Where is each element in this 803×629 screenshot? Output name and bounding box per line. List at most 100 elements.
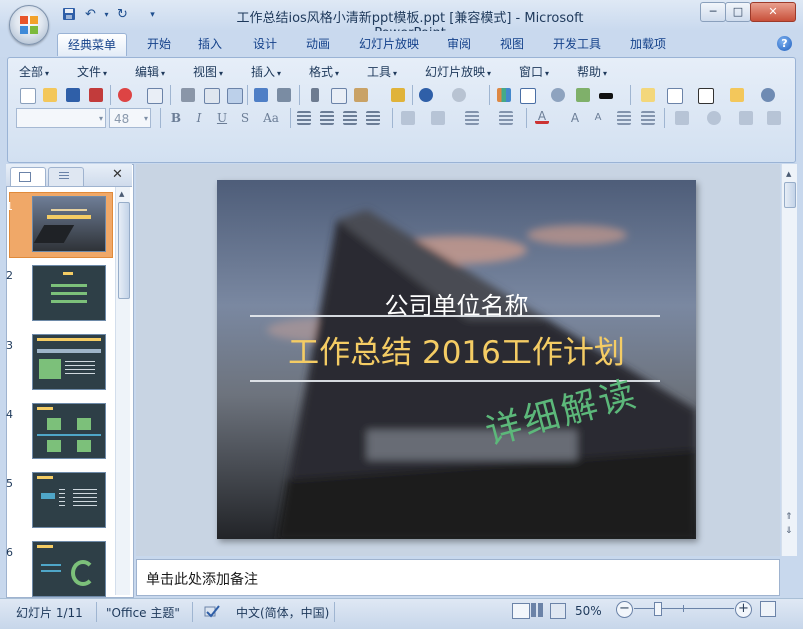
open-folder-icon[interactable] — [727, 85, 747, 105]
print-icon[interactable] — [178, 85, 198, 105]
research-icon[interactable] — [274, 85, 294, 105]
text-box-icon[interactable] — [695, 85, 715, 105]
decrease-indent-icon[interactable] — [614, 108, 634, 128]
menu-tools[interactable]: 工具 ▾ — [367, 63, 397, 81]
insert-chart-icon[interactable] — [494, 85, 514, 105]
zoom-level[interactable]: 50% — [575, 604, 602, 618]
save-icon[interactable] — [63, 85, 83, 105]
menu-insert[interactable]: 插入 ▾ — [251, 63, 281, 81]
color-fill-icon[interactable] — [596, 85, 616, 105]
tab-design[interactable]: 设计 — [251, 33, 279, 55]
customize-quick-access-icon[interactable]: ▾ — [144, 7, 161, 23]
menu-format[interactable]: 格式 ▾ — [309, 63, 339, 81]
tab-classic-menu[interactable]: 经典菜单 — [57, 33, 128, 56]
minimize-button[interactable]: ─ — [700, 2, 726, 22]
close-window-button[interactable]: ✕ — [750, 2, 796, 22]
zoom-slider-track[interactable] — [634, 608, 734, 609]
tab-addins[interactable]: 加载项 — [628, 33, 668, 55]
justify-icon[interactable] — [363, 108, 383, 128]
tab-insert[interactable]: 插入 — [196, 33, 224, 55]
insert-picture-icon[interactable] — [573, 85, 593, 105]
prev-slide-icon[interactable]: ⇑ — [785, 512, 793, 522]
menu-slideshow[interactable]: 幻灯片放映 ▾ — [425, 63, 491, 81]
clipart-icon[interactable] — [548, 85, 568, 105]
quick-styles-icon[interactable] — [736, 108, 756, 128]
shadow-button[interactable]: S — [235, 109, 255, 127]
menu-help[interactable]: 帮助 ▾ — [577, 63, 607, 81]
slide-canvas[interactable]: 公司单位名称 工作总结 2016工作计划 详细解读 — [217, 180, 696, 539]
slide-thumbnail-2[interactable] — [32, 265, 106, 321]
permission-icon[interactable] — [115, 85, 135, 105]
tab-review[interactable]: 审阅 — [445, 33, 473, 55]
zoom-in-button[interactable]: + — [735, 601, 752, 618]
undo-icon[interactable]: ↶ — [82, 7, 99, 23]
new-slide-icon[interactable] — [638, 85, 658, 105]
slide-thumbnail-3[interactable] — [32, 334, 106, 390]
tab-view[interactable]: 视图 — [498, 33, 526, 55]
next-slide-icon[interactable]: ⇓ — [785, 526, 793, 536]
spelling-icon[interactable] — [251, 85, 271, 105]
tab-slideshow[interactable]: 幻灯片放映 — [357, 33, 421, 55]
find-icon[interactable] — [758, 85, 778, 105]
redo-icon[interactable]: ↻ — [114, 7, 131, 23]
close-panel-icon[interactable]: ✕ — [112, 167, 123, 182]
align-center-icon[interactable] — [317, 108, 337, 128]
maximize-button[interactable]: □ — [725, 2, 751, 22]
slide-thumbnail-1[interactable] — [32, 196, 106, 252]
notes-placeholder[interactable]: 单击此处添加备注 — [146, 569, 258, 589]
bold-button[interactable]: B — [166, 109, 186, 127]
slideshow-view-icon[interactable] — [550, 603, 566, 619]
zoom-out-button[interactable]: − — [616, 601, 633, 618]
italic-button[interactable]: I — [189, 109, 209, 127]
arrange-icon[interactable] — [672, 108, 692, 128]
help-icon[interactable]: ? — [777, 36, 792, 51]
spell-check-icon[interactable] — [203, 603, 221, 619]
tab-home[interactable]: 开始 — [145, 33, 173, 55]
slide-scrollbar[interactable]: ▲ ⇑ ⇓ — [781, 164, 797, 556]
increase-indent-icon[interactable] — [638, 108, 658, 128]
shape-fill-icon[interactable] — [764, 108, 784, 128]
align-right-icon[interactable] — [340, 108, 360, 128]
menu-file[interactable]: 文件 ▾ — [77, 63, 107, 81]
menu-view[interactable]: 视图 ▾ — [193, 63, 223, 81]
align-left-icon[interactable] — [294, 108, 314, 128]
zoom-slider-thumb[interactable] — [653, 602, 662, 616]
thumbnail-scroll-thumb[interactable] — [118, 202, 130, 299]
menu-window[interactable]: 窗口 ▾ — [519, 63, 549, 81]
redo-icon[interactable] — [449, 85, 469, 105]
menu-all[interactable]: 全部 ▾ — [19, 63, 49, 81]
undo-dropdown-icon[interactable]: ▾ — [98, 7, 115, 23]
copy-icon[interactable] — [328, 85, 348, 105]
slide-sorter-icon[interactable] — [531, 603, 545, 617]
normal-view-icon[interactable] — [512, 603, 530, 619]
font-name-combo[interactable]: ▾ — [16, 108, 106, 128]
tab-developer[interactable]: 开发工具 — [551, 33, 603, 55]
slide-view-icon[interactable] — [224, 85, 244, 105]
font-size-combo[interactable]: 48 ▾ — [109, 108, 151, 128]
paste-icon[interactable] — [351, 85, 371, 105]
menu-edit[interactable]: 编辑 ▾ — [135, 63, 165, 81]
change-case-button[interactable]: Aa — [258, 109, 284, 127]
undo-icon[interactable] — [416, 85, 436, 105]
text-direction-icon[interactable] — [398, 108, 418, 128]
fit-to-window-icon[interactable] — [760, 601, 776, 617]
new-document-icon[interactable] — [17, 85, 37, 105]
language-indicator[interactable]: 中文(简体，中国) — [236, 604, 329, 621]
slide-thumbnail-6[interactable] — [32, 541, 106, 597]
font-color-icon[interactable]: A — [532, 108, 552, 128]
shapes-icon[interactable] — [704, 108, 724, 128]
print-preview-icon[interactable] — [201, 85, 221, 105]
cut-icon[interactable] — [305, 85, 325, 105]
format-painter-icon[interactable] — [388, 85, 408, 105]
slide-thumbnail-4[interactable] — [32, 403, 106, 459]
shrink-font-icon[interactable]: A — [588, 108, 608, 128]
numbered-list-icon[interactable] — [462, 108, 482, 128]
tab-outline[interactable] — [48, 167, 84, 186]
pdf-export-icon[interactable] — [86, 85, 106, 105]
open-folder-icon[interactable] — [40, 85, 60, 105]
grow-font-icon[interactable]: A — [565, 108, 585, 128]
bullet-list-icon[interactable] — [496, 108, 516, 128]
thumbnail-scrollbar[interactable]: ▲ — [115, 187, 130, 595]
email-icon[interactable] — [144, 85, 164, 105]
office-button[interactable] — [9, 5, 49, 45]
